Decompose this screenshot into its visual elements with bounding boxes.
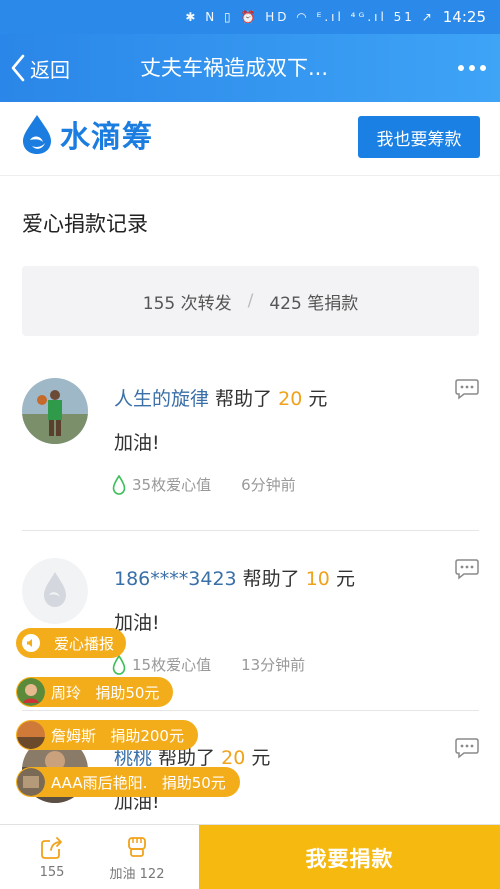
start-fundraising-button[interactable]: 我也要筹款 bbox=[358, 116, 480, 158]
brand-bar: 水滴筹 我也要筹款 bbox=[0, 102, 500, 176]
cheer-button[interactable]: 加油 122 bbox=[104, 825, 170, 889]
water-drop-logo-icon bbox=[23, 115, 51, 154]
donor-name[interactable]: 桃桃 bbox=[114, 747, 152, 769]
page-title: 丈夫车祸造成双下... bbox=[140, 56, 329, 80]
bottom-bar: 155 加油 122 我要捐款 bbox=[0, 824, 500, 889]
avatar bbox=[17, 721, 45, 749]
stats-summary: 155 次转发 / 425 笔捐款 bbox=[22, 266, 479, 336]
record-meta: 35枚爱心值 6分钟前 bbox=[112, 474, 296, 495]
avatar bbox=[22, 378, 88, 444]
back-label: 返回 bbox=[30, 57, 70, 82]
donation-line: 人生的旋律 帮助了 20 元 bbox=[114, 384, 327, 411]
broadcast-item: 周玲 捐助50元 bbox=[16, 677, 174, 707]
chevron-left-icon bbox=[11, 54, 25, 82]
divider bbox=[22, 710, 479, 711]
status-bar: ✱ N ▯ ⏰ HD ◠ ᴱ.ıl ⁴ᴳ.ıl 51 ↗ 14:25 bbox=[0, 0, 500, 34]
donation-line: 186****3423 帮助了 10 元 bbox=[114, 564, 355, 591]
dot-icon bbox=[458, 65, 464, 71]
love-points: 35枚爱心值 bbox=[132, 476, 212, 494]
donation-amount: 10 bbox=[305, 568, 330, 590]
comment-button[interactable] bbox=[454, 737, 480, 763]
currency-unit: 元 bbox=[329, 568, 355, 590]
currency-unit: 元 bbox=[245, 747, 271, 769]
broadcast-donor: AAA雨后艳阳. bbox=[51, 773, 148, 792]
helped-text: 帮助了 bbox=[236, 568, 306, 590]
status-time: 14:25 bbox=[442, 8, 486, 26]
broadcast-donor: 詹姆斯 bbox=[51, 726, 97, 745]
comment-button[interactable] bbox=[454, 558, 480, 584]
broadcast-item: AAA雨后艳阳. 捐助50元 bbox=[16, 767, 240, 797]
comment-icon bbox=[455, 738, 479, 759]
comment-icon bbox=[455, 379, 479, 400]
record-meta: 15枚爱心值 13分钟前 bbox=[112, 654, 305, 675]
avatar bbox=[17, 678, 45, 706]
currency-unit: 元 bbox=[302, 388, 328, 410]
donation-amount: 20 bbox=[221, 747, 246, 769]
divider bbox=[22, 530, 479, 531]
love-broadcast-badge[interactable]: 爱心播报 bbox=[16, 628, 127, 658]
share-count: 155 bbox=[39, 865, 65, 880]
broadcast-action: 捐助50元 bbox=[95, 683, 160, 702]
donation-amount: 20 bbox=[278, 388, 303, 410]
record-time: 6分钟前 bbox=[241, 476, 296, 494]
helped-text: 帮助了 bbox=[152, 747, 222, 769]
dot-icon bbox=[469, 65, 475, 71]
page: ✱ N ▯ ⏰ HD ◠ ᴱ.ıl ⁴ᴳ.ıl 51 ↗ 14:25 返回 丈夫… bbox=[0, 0, 500, 889]
comment-button[interactable] bbox=[454, 378, 480, 404]
share-icon bbox=[41, 837, 62, 859]
more-menu-button[interactable] bbox=[458, 34, 486, 102]
share-button[interactable]: 155 bbox=[26, 825, 78, 889]
love-points: 15枚爱心值 bbox=[132, 656, 212, 674]
donation-count: 425 笔捐款 bbox=[269, 293, 359, 314]
donor-name[interactable]: 186****3423 bbox=[114, 568, 237, 590]
broadcast-item: 詹姆斯 捐助200元 bbox=[16, 720, 198, 750]
broadcast-label: 爱心播报 bbox=[54, 634, 115, 653]
donor-name[interactable]: 人生的旋律 bbox=[114, 388, 209, 410]
status-icons: ✱ N ▯ ⏰ HD ◠ ᴱ.ıl ⁴ᴳ.ıl 51 ↗ bbox=[185, 10, 435, 24]
drop-icon bbox=[112, 474, 126, 495]
comment-icon bbox=[455, 559, 479, 580]
broadcast-action: 捐助200元 bbox=[110, 726, 184, 745]
speaker-icon bbox=[22, 634, 40, 652]
section-title: 爱心捐款记录 bbox=[22, 212, 148, 236]
broadcast-action: 捐助50元 bbox=[161, 773, 226, 792]
avatar bbox=[22, 558, 88, 624]
nav-bar: 返回 丈夫车祸造成双下... bbox=[0, 34, 500, 102]
avatar bbox=[17, 768, 45, 796]
donation-record: 人生的旋律 帮助了 20 元 加油! 35枚爱心值 6分钟前 bbox=[0, 368, 500, 548]
stats-separator: / bbox=[247, 291, 254, 311]
forward-count: 155 次转发 bbox=[142, 293, 232, 314]
fist-icon bbox=[128, 837, 146, 857]
brand-name: 水滴筹 bbox=[60, 120, 153, 155]
dot-icon bbox=[480, 65, 486, 71]
cheer-label: 加油 122 bbox=[109, 867, 165, 882]
helped-text: 帮助了 bbox=[209, 388, 279, 410]
record-time: 13分钟前 bbox=[241, 656, 306, 674]
brand-logo[interactable]: 水滴筹 bbox=[20, 112, 153, 156]
back-button[interactable]: 返回 bbox=[10, 34, 70, 102]
donation-message: 加油! bbox=[114, 432, 160, 454]
broadcast-donor: 周玲 bbox=[51, 683, 82, 702]
donate-button[interactable]: 我要捐款 bbox=[199, 825, 500, 889]
